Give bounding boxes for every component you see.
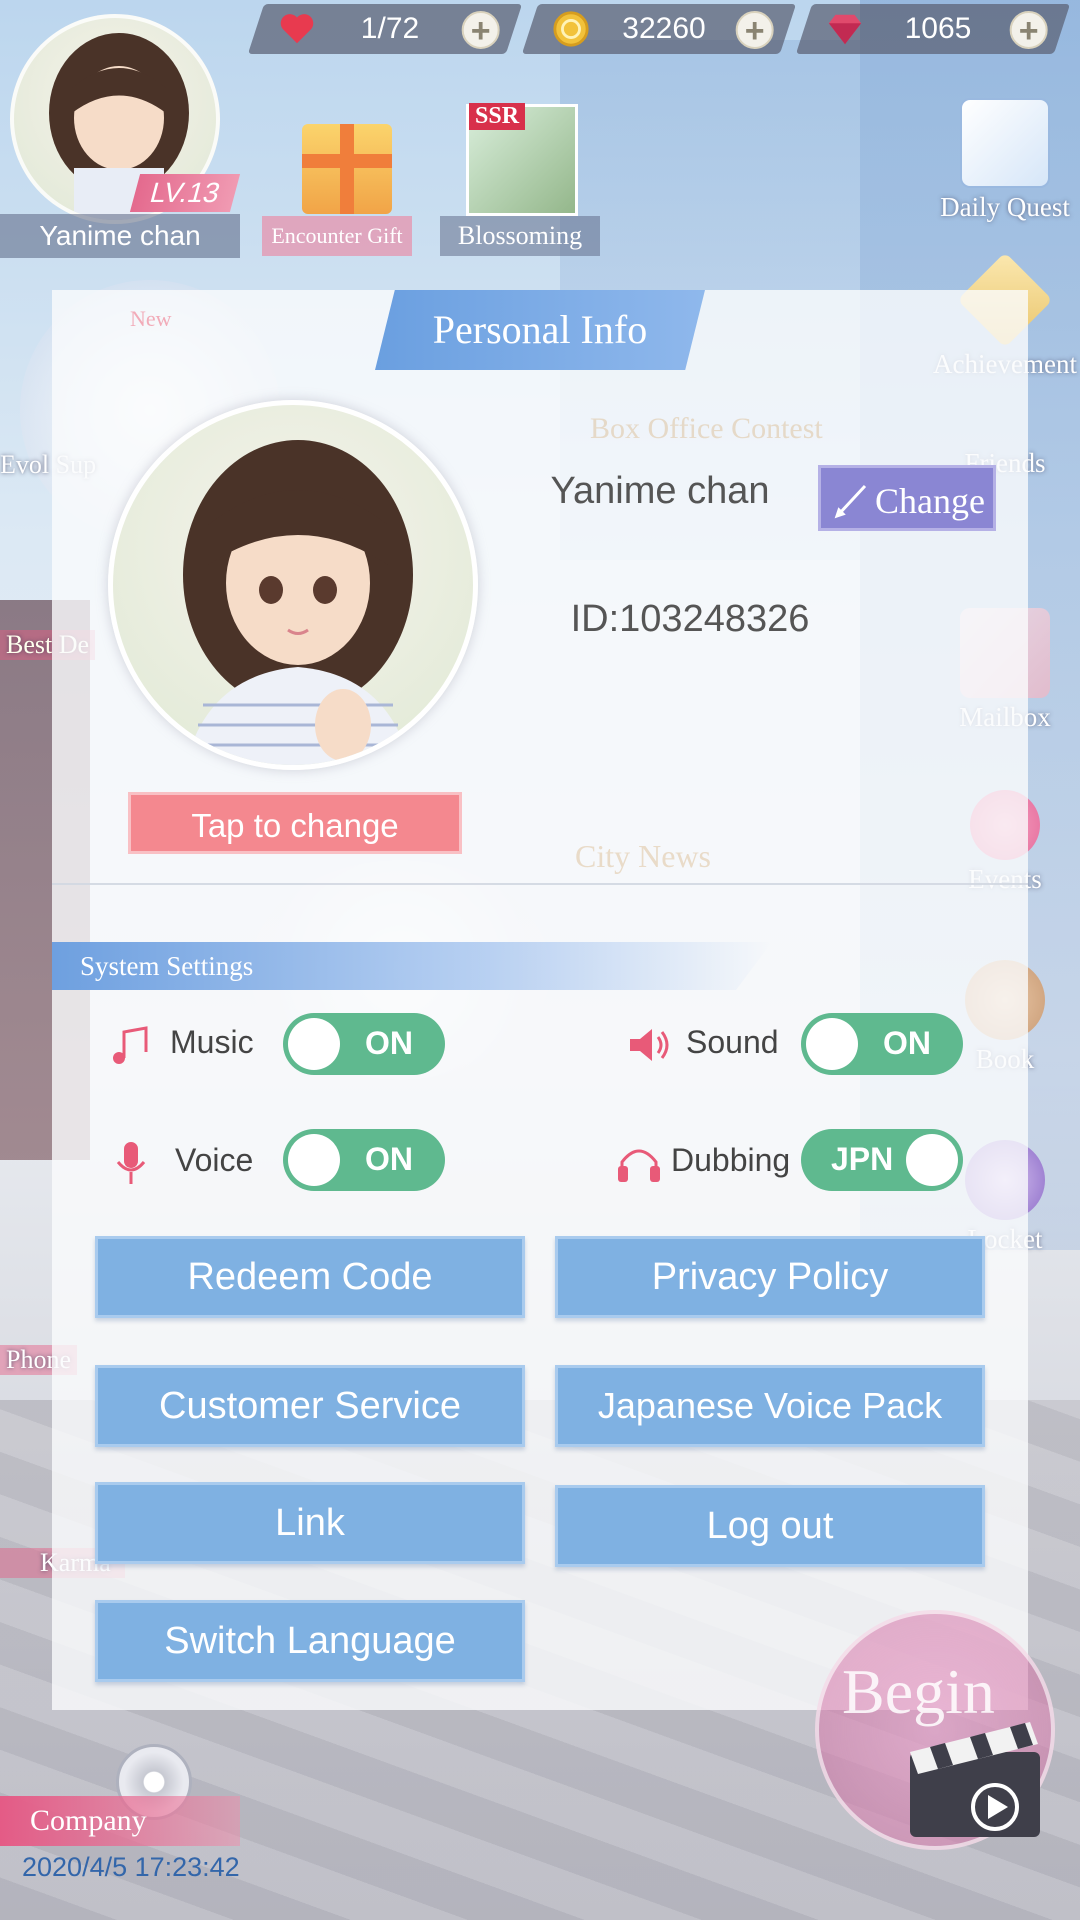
gift-icon xyxy=(302,124,392,214)
microphone-icon xyxy=(116,1142,146,1184)
profile-avatar[interactable] xyxy=(108,400,478,770)
voice-setting: Voice xyxy=(108,1130,308,1194)
gold-counter: 32260 + xyxy=(521,4,797,54)
ssr-card-icon: SSR xyxy=(466,103,578,216)
log-out-button[interactable]: Log out xyxy=(555,1485,985,1567)
company-label: Company xyxy=(30,1804,147,1837)
encounter-gift-label: Encounter Gift xyxy=(262,216,412,256)
player-id: ID:103248326 xyxy=(570,598,810,640)
heart-icon xyxy=(280,14,314,44)
clapperboard-icon xyxy=(910,1722,1040,1837)
stamina-value: 1/72 xyxy=(360,12,420,45)
level-badge: LV.13 xyxy=(129,174,241,212)
sound-toggle-state: ON xyxy=(883,1025,931,1061)
diamond-value: 1065 xyxy=(904,12,972,45)
change-label: Change xyxy=(875,481,985,521)
personal-info-title: Personal Info xyxy=(375,290,705,370)
profile-portrait-icon xyxy=(183,440,413,765)
dubbing-toggle[interactable]: JPN xyxy=(801,1129,963,1191)
daily-quest-button[interactable]: Daily Quest xyxy=(930,98,1080,223)
player-name: Yanime chan xyxy=(550,470,770,512)
pen-icon xyxy=(834,484,867,519)
add-gold-button[interactable]: + xyxy=(735,11,774,50)
system-settings-title: System Settings xyxy=(52,942,772,990)
voice-toggle[interactable]: ON xyxy=(283,1129,445,1191)
tap-to-change-button[interactable]: Tap to change xyxy=(128,792,462,854)
diamond-icon xyxy=(828,14,862,45)
section-divider xyxy=(52,883,1028,885)
redeem-code-button[interactable]: Redeem Code xyxy=(95,1236,525,1318)
blossoming-tile[interactable]: SSR Blossoming xyxy=(440,96,600,256)
sound-setting: Sound xyxy=(626,1012,806,1076)
toggle-knob xyxy=(288,1018,340,1070)
new-badge: New xyxy=(130,306,172,331)
add-stamina-button[interactable]: + xyxy=(461,11,500,50)
music-label: Music xyxy=(170,1024,254,1060)
music-note-icon xyxy=(113,1026,148,1064)
link-button[interactable]: Link xyxy=(95,1482,525,1564)
music-toggle[interactable]: ON xyxy=(283,1013,445,1075)
background-label-city-news: City News xyxy=(575,838,711,874)
diamond-counter: 1065 + xyxy=(795,4,1071,54)
top-player-name: Yanime chan xyxy=(0,214,240,258)
daily-quest-label: Daily Quest xyxy=(940,192,1070,222)
gold-value: 32260 xyxy=(622,12,706,45)
background-label-box-office: Box Office Contest xyxy=(590,412,823,445)
switch-language-button[interactable]: Switch Language xyxy=(95,1600,525,1682)
headphones-icon xyxy=(618,1149,660,1182)
dubbing-label: Dubbing xyxy=(671,1142,791,1178)
stamina-counter: 1/72 + xyxy=(247,4,523,54)
dubbing-toggle-state: JPN xyxy=(831,1141,894,1177)
timestamp: 2020/4/5 17:23:42 xyxy=(22,1852,240,1882)
voice-toggle-state: ON xyxy=(365,1141,413,1177)
privacy-policy-button[interactable]: Privacy Policy xyxy=(555,1236,985,1318)
coin-icon xyxy=(553,11,589,47)
toggle-knob xyxy=(906,1134,958,1186)
toggle-knob xyxy=(288,1134,340,1186)
music-toggle-state: ON xyxy=(365,1025,413,1061)
dubbing-setting: Dubbing xyxy=(616,1130,806,1194)
customer-service-button[interactable]: Customer Service xyxy=(95,1365,525,1447)
sound-label: Sound xyxy=(686,1024,779,1060)
schedule-icon xyxy=(960,98,1050,188)
blossoming-label: Blossoming xyxy=(440,216,600,256)
company-button[interactable]: Company xyxy=(0,1796,240,1846)
voice-label: Voice xyxy=(175,1142,254,1178)
japanese-voice-pack-button[interactable]: Japanese Voice Pack xyxy=(555,1365,985,1447)
add-diamond-button[interactable]: + xyxy=(1009,11,1048,50)
change-name-button[interactable]: Change xyxy=(818,465,996,531)
ssr-tag: SSR xyxy=(469,103,526,130)
toggle-knob xyxy=(806,1018,858,1070)
speaker-icon xyxy=(630,1029,669,1061)
sound-toggle[interactable]: ON xyxy=(801,1013,963,1075)
encounter-gift-tile[interactable]: Encounter Gift xyxy=(262,96,412,256)
